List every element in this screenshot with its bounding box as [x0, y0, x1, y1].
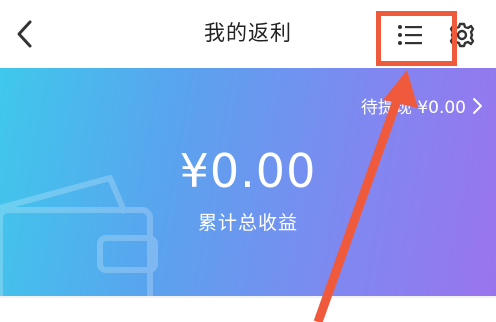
total-earnings-amount: ¥0.00	[179, 144, 317, 198]
content-area	[0, 298, 496, 322]
chevron-right-icon	[473, 97, 482, 114]
total-earnings-label: 累计总收益	[197, 212, 298, 234]
list-button[interactable]	[388, 16, 432, 54]
gear-icon	[449, 22, 475, 48]
rebate-banner: 待提现 ¥0.00 ¥0.00 累计总收益	[0, 68, 496, 296]
top-bar: 我的返利	[0, 0, 496, 68]
pending-withdrawal-link[interactable]: 待提现 ¥0.00	[361, 93, 484, 118]
settings-button[interactable]	[447, 20, 477, 50]
pending-withdrawal-text: 待提现 ¥0.00	[360, 98, 466, 118]
list-icon	[398, 25, 422, 45]
